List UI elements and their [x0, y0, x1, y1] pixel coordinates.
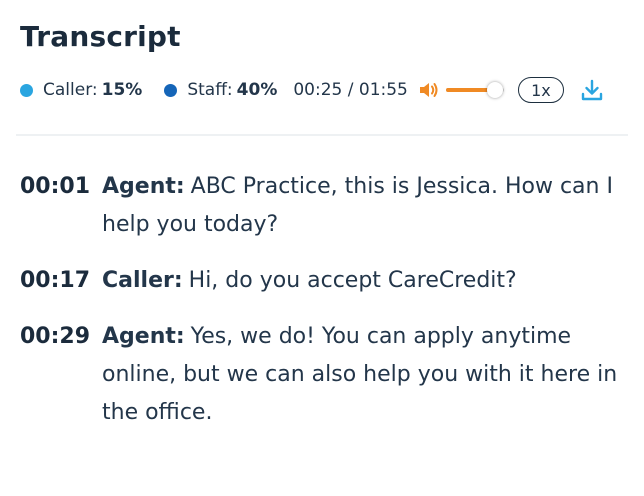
transcript-timestamp[interactable]: 00:01 [20, 168, 102, 206]
transcript-list: 00:01 Agent: ABC Practice, this is Jessic… [20, 168, 630, 450]
utterance-text: Hi, do you accept CareCredit? [188, 268, 517, 293]
staff-percentage: 40% [236, 80, 278, 100]
transcript-meta-bar: Caller: 15% Staff: 40% 00:25 / 01:55 1x [20, 76, 630, 104]
staff-label: Staff: [187, 80, 233, 100]
caller-stat: Caller: 15% [20, 80, 142, 100]
caller-label: Caller: [43, 80, 98, 100]
transcript-line: 00:17 Caller: Hi, do you accept CareCredi… [20, 262, 630, 300]
transcript-timestamp[interactable]: 00:29 [20, 318, 102, 356]
page-title: Transcript [20, 20, 181, 53]
speaker-label: Agent: [102, 174, 185, 199]
caller-percentage: 15% [101, 80, 143, 100]
header-divider [16, 134, 628, 136]
transcript-text: Caller: Hi, do you accept CareCredit? [102, 262, 630, 300]
transcript-timestamp[interactable]: 00:17 [20, 262, 102, 300]
transcript-text: Agent: ABC Practice, this is Jessica. How… [102, 168, 630, 244]
playback-speed-button[interactable]: 1x [517, 77, 564, 103]
volume-icon[interactable] [418, 80, 440, 100]
transcript-line: 00:29 Agent: Yes, we do! You can apply an… [20, 318, 630, 432]
download-icon[interactable] [580, 78, 604, 102]
transcript-line: 00:01 Agent: ABC Practice, this is Jessic… [20, 168, 630, 244]
speaker-label: Agent: [102, 324, 185, 349]
playback-time: 00:25 / 01:55 [293, 80, 408, 100]
volume-slider[interactable] [445, 80, 504, 100]
staff-stat: Staff: 40% [164, 80, 277, 100]
caller-dot-icon [20, 83, 33, 97]
volume-handle[interactable] [487, 82, 504, 98]
speaker-label: Caller: [102, 268, 183, 293]
transcript-text: Agent: Yes, we do! You can apply anytime … [102, 318, 630, 432]
staff-dot-icon [164, 83, 178, 97]
